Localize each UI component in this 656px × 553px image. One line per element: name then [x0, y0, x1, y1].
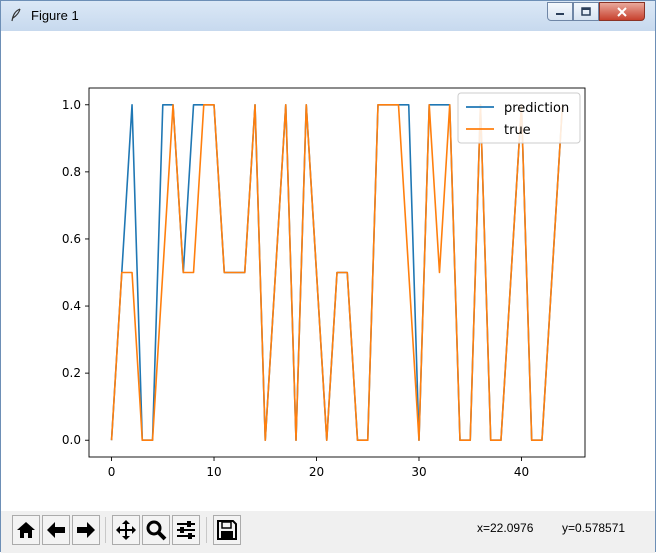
- x-tick-label: 20: [309, 465, 324, 479]
- maximize-icon: [581, 7, 591, 16]
- close-button[interactable]: [599, 2, 645, 21]
- pan-button[interactable]: [112, 515, 140, 545]
- y-tick-label: 0.4: [62, 299, 81, 313]
- home-icon: [17, 522, 35, 538]
- x-tick-label: 10: [206, 465, 221, 479]
- y-tick-label: 0.0: [62, 433, 81, 447]
- save-button[interactable]: [213, 515, 241, 545]
- y-tick-label: 0.6: [62, 232, 81, 246]
- arrow-right-icon: [77, 522, 95, 538]
- cursor-x-readout: x=22.0976: [477, 521, 534, 535]
- close-icon: [617, 6, 627, 17]
- window-title: Figure 1: [31, 8, 79, 23]
- back-button[interactable]: [42, 515, 70, 545]
- x-tick-label: 0: [108, 465, 116, 479]
- y-tick-label: 0.8: [62, 165, 81, 179]
- toolbar-separator: [206, 517, 207, 543]
- move-icon: [116, 520, 136, 540]
- figure-window: Figure 1 0 10 20 30 40 0.0 0.2 0.4 0.6 0.8 1.0 pred…: [0, 0, 656, 553]
- y-tick-label: 0.2: [62, 366, 81, 380]
- figure-canvas[interactable]: 0 10 20 30 40 0.0 0.2 0.4 0.6 0.8 1.0 prediction tru…: [1, 31, 655, 511]
- legend-label-prediction: prediction: [504, 101, 569, 116]
- forward-button[interactable]: [72, 515, 100, 545]
- arrow-left-icon: [47, 522, 65, 538]
- legend-label-true: true: [504, 123, 531, 138]
- line-chart[interactable]: 0 10 20 30 40 0.0 0.2 0.4 0.6 0.8 1.0 prediction tru…: [1, 31, 655, 511]
- title-bar[interactable]: Figure 1: [1, 1, 655, 31]
- configure-subplots-button[interactable]: [172, 515, 200, 545]
- x-tick-label: 40: [514, 465, 529, 479]
- series-line-true: [110, 103, 564, 442]
- navigation-toolbar: x=22.0976 y=0.578571: [1, 511, 655, 553]
- y-tick-label: 1.0: [62, 98, 81, 112]
- feather-icon: [11, 8, 21, 22]
- toolbar-separator: [105, 517, 106, 543]
- x-tick-label: 30: [411, 465, 426, 479]
- home-button[interactable]: [12, 515, 40, 545]
- minimize-button[interactable]: [547, 2, 573, 21]
- cursor-y-readout: y=0.578571: [562, 521, 626, 535]
- magnifier-icon: [146, 520, 167, 541]
- minimize-icon: [556, 12, 564, 15]
- floppy-disk-icon: [217, 520, 237, 540]
- zoom-button[interactable]: [142, 515, 170, 545]
- sliders-icon: [177, 521, 195, 539]
- maximize-button[interactable]: [573, 2, 599, 21]
